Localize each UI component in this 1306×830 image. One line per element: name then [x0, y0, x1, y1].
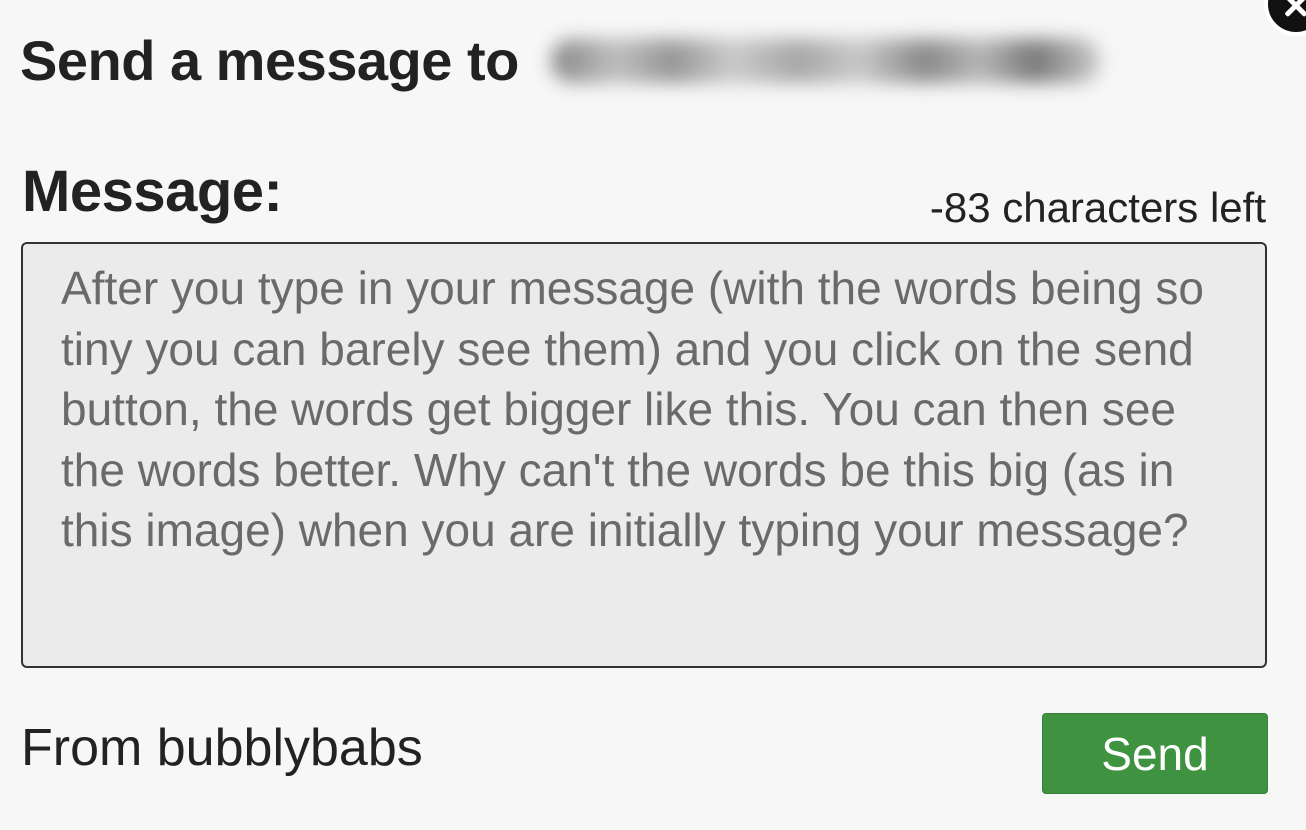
message-label: Message:	[22, 159, 283, 224]
message-textarea[interactable]: After you type in your message (with the…	[21, 242, 1267, 668]
redaction-blur	[550, 39, 1101, 83]
close-icon[interactable]	[1264, 0, 1306, 36]
recipient-name-redacted	[541, 25, 1111, 95]
characters-left-counter: -83 characters left	[929, 184, 1266, 231]
send-message-dialog: Send a message to Message: -83 character…	[0, 0, 1306, 830]
dialog-title: Send a message to	[20, 28, 519, 92]
dialog-header: Send a message to	[20, 20, 1111, 100]
from-sender-label: From bubblybabs	[21, 719, 423, 777]
send-button[interactable]: Send	[1042, 713, 1268, 794]
